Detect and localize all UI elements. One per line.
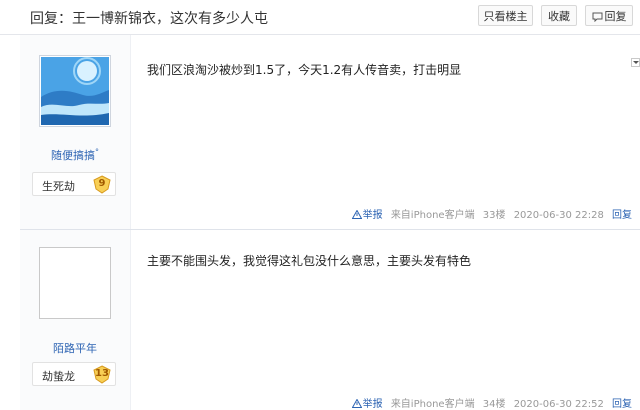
author-sidebar: 随便搞搞° 生死劫 9: [20, 35, 131, 229]
floor-number: 34楼: [482, 399, 506, 410]
thread-header: 回复：王一博新锦衣，这次有多少人屯 只看楼主 收藏 回复: [0, 0, 640, 35]
report-link[interactable]: 举报: [351, 210, 386, 221]
username[interactable]: 陌路平年: [20, 340, 130, 356]
level-number: 9: [98, 178, 106, 189]
username[interactable]: 随便搞搞°: [20, 147, 130, 163]
warning-triangle-icon: [351, 210, 362, 219]
source: 来自iPhone客户端: [390, 210, 475, 221]
member-title-badge[interactable]: 生死劫 9: [32, 172, 116, 196]
post-time: 2020-06-30 22:52: [513, 399, 604, 410]
only-louzhu-button[interactable]: 只看楼主: [478, 5, 533, 26]
level-badge: 13: [92, 365, 112, 384]
post-34: 陌路平年 劫蛰龙 13 主要不能围头发，我觉得这礼包没什么意思，主要头发有特色 …: [0, 230, 640, 410]
reply-link[interactable]: 回复: [612, 210, 632, 221]
thread-title: 回复：王一博新锦衣，这次有多少人屯: [30, 11, 268, 27]
level-badge: 9: [92, 175, 112, 194]
level-number: 13: [95, 368, 109, 379]
post-tail: 举报 来自iPhone客户端 34楼 2020-06-30 22:52 回复: [347, 395, 632, 410]
post-33: 随便搞搞° 生死劫 9 我们区浪淘沙被炒到1.5了，今天1.2有人传音卖，打击明…: [0, 35, 640, 229]
post-content: 我们区浪淘沙被炒到1.5了，今天1.2有人传音卖，打击明显: [147, 63, 462, 77]
avatar[interactable]: [39, 247, 111, 319]
report-link[interactable]: 举报: [351, 399, 386, 410]
avatar[interactable]: [39, 55, 111, 127]
reply-button-label: 回复: [604, 10, 627, 23]
post-time: 2020-06-30 22:28: [513, 210, 604, 221]
source: 来自iPhone客户端: [390, 399, 475, 410]
collect-button[interactable]: 收藏: [541, 5, 577, 26]
reply-link[interactable]: 回复: [612, 399, 632, 410]
member-title: 劫蛰龙: [42, 370, 75, 383]
post-content: 主要不能围头发，我觉得这礼包没什么意思，主要头发有特色: [147, 254, 472, 268]
floor-number: 33楼: [482, 210, 506, 221]
reply-button[interactable]: 回复: [585, 5, 633, 26]
author-sidebar: 陌路平年 劫蛰龙 13: [20, 230, 131, 410]
post-tail: 举报 来自iPhone客户端 33楼 2020-06-30 22:28 回复: [347, 206, 632, 221]
member-title: 生死劫: [42, 180, 75, 193]
chevron-down-icon[interactable]: [631, 58, 640, 67]
member-title-badge[interactable]: 劫蛰龙 13: [32, 362, 116, 386]
warning-triangle-icon: [351, 399, 362, 408]
speech-bubble-icon: [592, 12, 602, 22]
